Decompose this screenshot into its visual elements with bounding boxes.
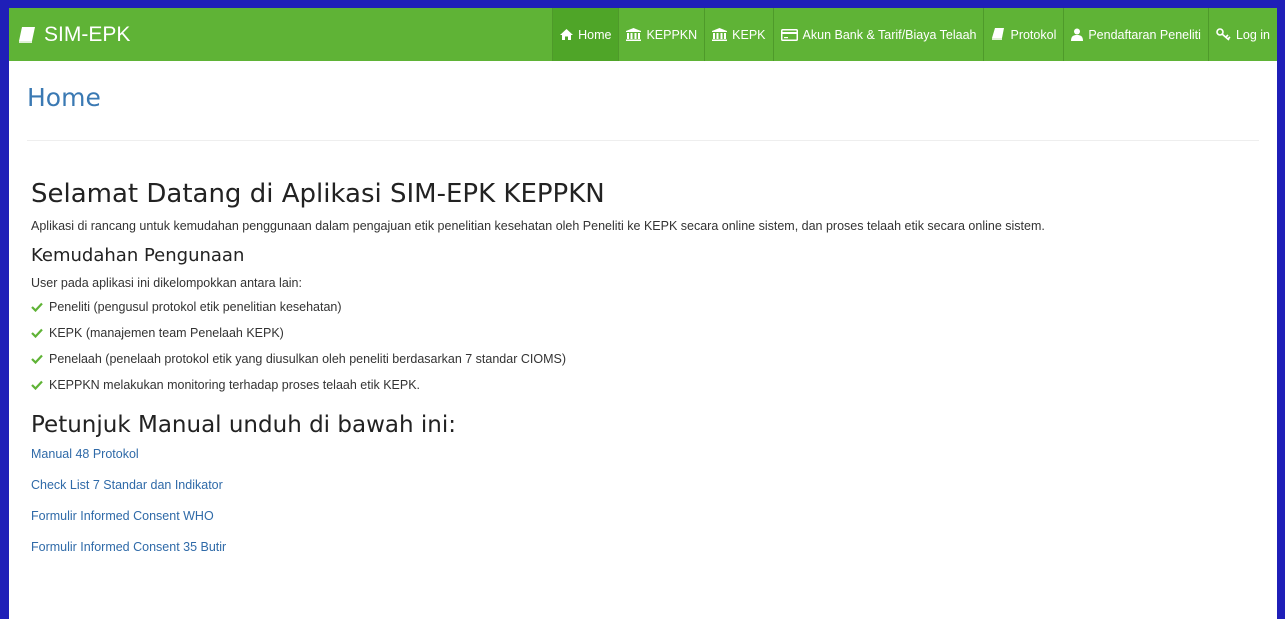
list-item-label: Penelaah (penelaah protokol etik yang di…: [49, 351, 566, 366]
list-item-label: KEPPKN melakukan monitoring terhadap pro…: [49, 377, 421, 392]
check-icon: [31, 354, 43, 364]
nav-login[interactable]: Log in: [1207, 8, 1277, 61]
user-icon: [1071, 28, 1084, 41]
list-item: Penelaah (penelaah protokol etik yang di…: [31, 346, 1259, 371]
top-navbar: SIM-EPK Home KEPPKN KEPK Akun Bank & Tar…: [9, 8, 1277, 61]
list-item: KEPK (manajemen team Penelaah KEPK): [31, 320, 1259, 345]
list-item-label: KEPK (manajemen team Penelaah KEPK): [49, 325, 284, 340]
brand[interactable]: SIM-EPK: [9, 8, 552, 61]
nav-kepk-label: KEPK: [732, 27, 766, 42]
manual-links: Manual 48 Protokol Check List 7 Standar …: [31, 447, 1259, 571]
institution-icon: [712, 28, 728, 41]
nav-kepk[interactable]: KEPK: [704, 8, 773, 61]
intro-text: Aplikasi di rancang untuk kemudahan peng…: [31, 219, 1045, 233]
list-item: Formulir Informed Consent WHO: [31, 509, 1259, 540]
main-content: Selamat Datang di Aplikasi SIM-EPK KEPPK…: [9, 179, 1277, 571]
credit-card-icon: [780, 28, 798, 41]
check-icon: [31, 328, 43, 338]
home-icon: [560, 29, 574, 40]
nav-akun-bank-label: Akun Bank & Tarif/Biaya Telaah: [802, 27, 977, 42]
manual-link-48-protokol[interactable]: Manual 48 Protokol: [31, 447, 139, 461]
book-icon: [991, 28, 1005, 41]
nav-pendaftaran-peneliti-label: Pendaftaran Peneliti: [1088, 27, 1201, 42]
check-icon: [31, 380, 43, 390]
manual-link-checklist[interactable]: Check List 7 Standar dan Indikator: [31, 478, 223, 492]
check-icon: [31, 302, 43, 312]
nav-pendaftaran-peneliti[interactable]: Pendaftaran Peneliti: [1063, 8, 1208, 61]
list-item-label: Peneliti (pengusul protokol etik penelit…: [49, 299, 342, 314]
app-window: SIM-EPK Home KEPPKN KEPK Akun Bank & Tar…: [9, 8, 1277, 619]
brand-name: SIM-EPK: [44, 22, 131, 46]
institution-icon: [626, 28, 642, 41]
manual-link-informed-consent-35[interactable]: Formulir Informed Consent 35 Butir: [31, 540, 226, 554]
list-item: Peneliti (pengusul protokol etik penelit…: [31, 294, 1259, 319]
key-icon: [1216, 28, 1231, 41]
page-title: Home: [27, 83, 101, 112]
users-intro: User pada aplikasi ini dikelompokkan ant…: [31, 276, 302, 290]
nav-protokol-label: Protokol: [1010, 27, 1057, 42]
manual-link-informed-consent-who[interactable]: Formulir Informed Consent WHO: [31, 509, 214, 523]
nav-home-label: Home: [578, 27, 612, 42]
list-item: Manual 48 Protokol: [31, 447, 1259, 478]
manual-heading: Petunjuk Manual unduh di bawah ini:: [31, 412, 456, 438]
nav-home[interactable]: Home: [552, 8, 619, 61]
list-item: Formulir Informed Consent 35 Butir: [31, 540, 1259, 571]
list-item: KEPPKN melakukan monitoring terhadap pro…: [31, 372, 1259, 397]
nav-akun-bank[interactable]: Akun Bank & Tarif/Biaya Telaah: [772, 8, 984, 61]
welcome-heading: Selamat Datang di Aplikasi SIM-EPK KEPPK…: [31, 179, 605, 209]
ease-heading: Kemudahan Pengunaan: [31, 245, 245, 266]
nav-protokol[interactable]: Protokol: [983, 8, 1064, 61]
divider: [27, 140, 1259, 141]
nav-login-label: Log in: [1235, 27, 1270, 42]
nav-keppkn[interactable]: KEPPKN: [618, 8, 705, 61]
nav-keppkn-label: KEPPKN: [646, 27, 698, 42]
user-list: Peneliti (pengusul protokol etik penelit…: [31, 294, 1259, 397]
list-item: Check List 7 Standar dan Indikator: [31, 478, 1259, 509]
book-icon: [19, 26, 35, 43]
